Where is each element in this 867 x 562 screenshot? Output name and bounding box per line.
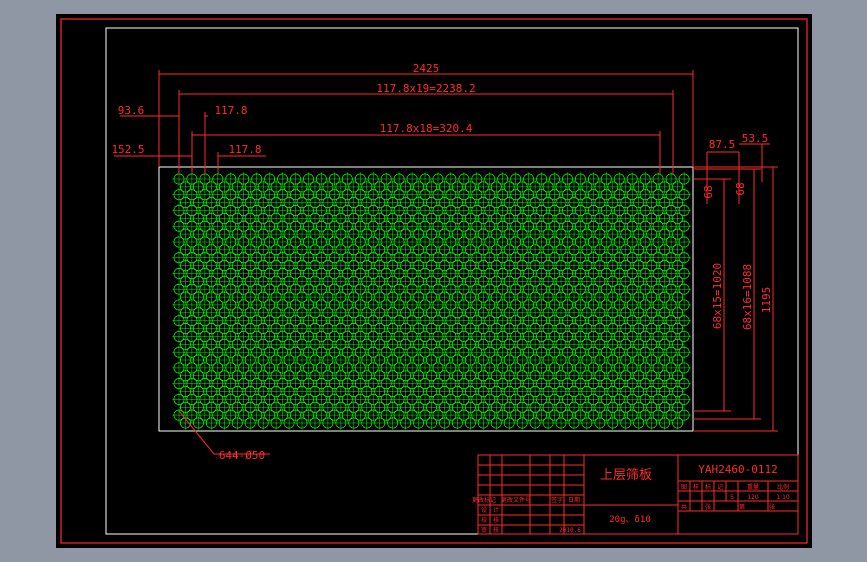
dim-vert-small-b: 68 bbox=[734, 182, 747, 195]
dim-span-b: 117.8x18=320.4 bbox=[380, 122, 473, 135]
drawing-canvas: 2425 117.8x19=2238.2 93.6 117.8 117.8x18… bbox=[60, 18, 808, 544]
tb-check-1: 核 bbox=[493, 516, 499, 524]
tb-review-0: 审 bbox=[481, 526, 487, 534]
dim-pitch-a: 117.8 bbox=[214, 104, 247, 117]
tb-change-3: 日期 bbox=[568, 496, 580, 504]
dim-span-a: 117.8x19=2238.2 bbox=[376, 82, 475, 95]
material-spec: 20g、δ10 bbox=[609, 515, 651, 525]
dim-left-offset-b: 152.5 bbox=[111, 143, 144, 156]
tb-value-2: 1:10 bbox=[776, 494, 790, 501]
tb-header-4: 重量 bbox=[747, 483, 759, 491]
tb-footer-2: 第 bbox=[739, 503, 745, 511]
hole-grid bbox=[172, 172, 691, 430]
dim-pitch-b: 117.8 bbox=[228, 143, 261, 156]
dim-left-offset-a: 93.6 bbox=[118, 104, 145, 117]
dim-vert-span-b: 68x16=1088 bbox=[741, 264, 754, 330]
tb-value-1: 120 bbox=[747, 494, 759, 501]
tb-change-0: 更改标记 bbox=[472, 496, 496, 504]
drawing-title: 上层筛板 bbox=[600, 468, 652, 483]
tb-review-1: 核 bbox=[493, 526, 499, 534]
outer-frame bbox=[60, 18, 808, 544]
dim-right-b: 53.5 bbox=[742, 132, 769, 145]
tb-header-1: 样 bbox=[693, 483, 699, 491]
tb-header-5: 比例 bbox=[777, 483, 789, 491]
tb-check-0: 校 bbox=[481, 516, 487, 524]
drawing-number: YAH2460-0112 bbox=[698, 463, 777, 476]
drawing-date: 2010.6 bbox=[559, 527, 581, 534]
tb-header-3: 记 bbox=[717, 484, 723, 491]
tb-header-0: 图 bbox=[681, 484, 687, 491]
tb-value-0: S bbox=[730, 494, 734, 501]
cad-viewport[interactable]: 2425 117.8x19=2238.2 93.6 117.8 117.8x18… bbox=[56, 14, 812, 548]
tb-change-2: 签字 bbox=[551, 496, 563, 504]
tb-design-1: 计 bbox=[493, 506, 499, 514]
tb-footer-0: 共 bbox=[681, 503, 687, 511]
dim-right-a: 87.5 bbox=[709, 138, 736, 151]
dim-vert-span-a: 68x15=1020 bbox=[711, 263, 724, 329]
dim-overall-height: 1195 bbox=[760, 287, 773, 314]
tb-change-1: 更改文件号 bbox=[501, 496, 531, 504]
dim-overall-width: 2425 bbox=[413, 62, 440, 75]
tb-footer-1: 张 bbox=[705, 503, 711, 511]
dim-vert-small-a: 68 bbox=[702, 185, 715, 198]
tb-design-0: 设 bbox=[481, 506, 487, 514]
hole-note: 644-Ø50 bbox=[219, 449, 265, 462]
tb-header-2: 标 bbox=[705, 483, 711, 491]
tb-footer-3: 张 bbox=[769, 503, 775, 511]
